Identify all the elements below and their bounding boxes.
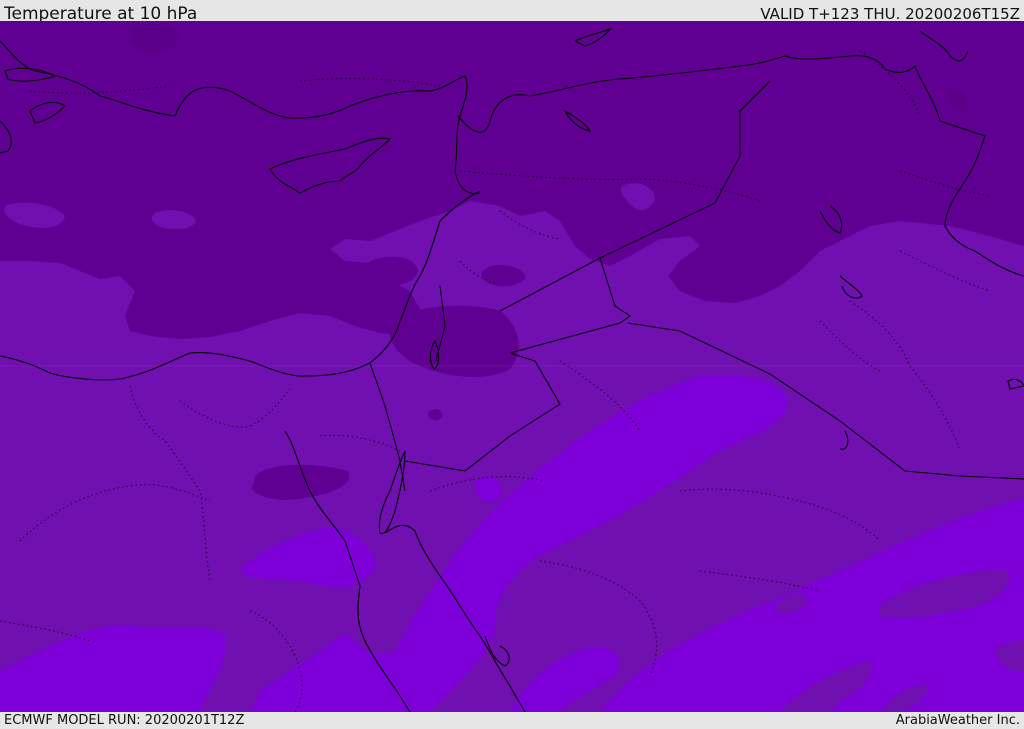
header-bar: Temperature at 10 hPa VALID T+123 THU. 2… (0, 0, 1024, 24)
footer-bar: ECMWF MODEL RUN: 20200201T12Z ArabiaWeat… (0, 712, 1024, 729)
credit-label: ArabiaWeather Inc. (895, 713, 1020, 728)
temperature-map[interactable] (0, 21, 1024, 712)
model-run-label: ECMWF MODEL RUN: 20200201T12Z (4, 713, 245, 728)
